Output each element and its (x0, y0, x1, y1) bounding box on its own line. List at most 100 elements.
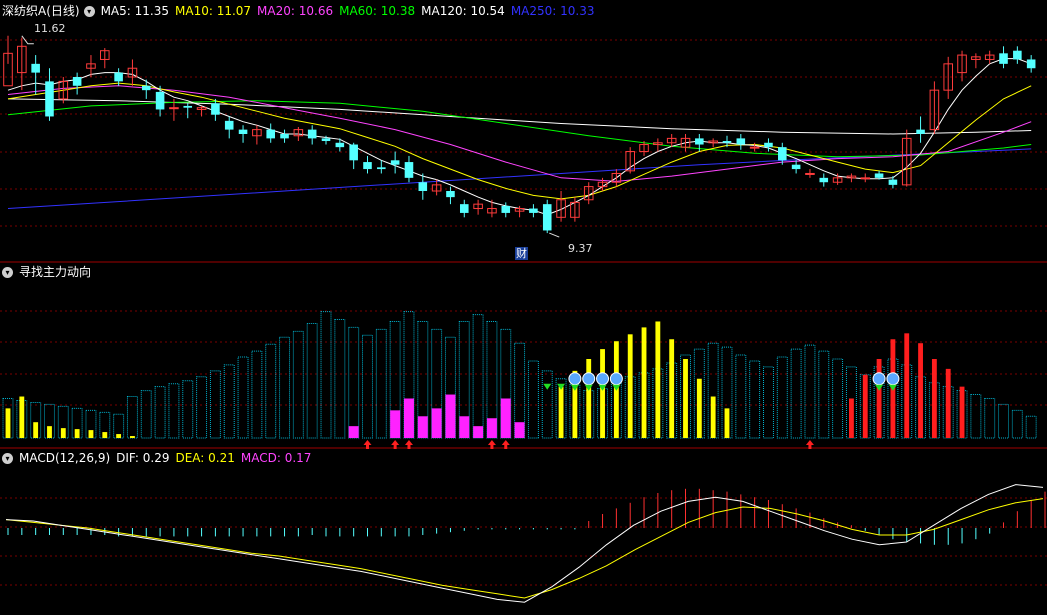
candle-down (764, 142, 773, 148)
low-leader (549, 232, 560, 238)
indicator-red-bar (931, 359, 937, 438)
indicator-magenta-bar (514, 422, 525, 438)
dif-label: DIF: 0.29 (116, 451, 170, 465)
candle-down (778, 147, 787, 161)
indicator-outline-bar (348, 326, 360, 439)
candle-up (860, 177, 871, 180)
indicator-magenta-bar (473, 426, 484, 438)
indicator-magenta-bar (417, 416, 428, 438)
candle-down (542, 204, 552, 231)
indicator-yellow-bar (586, 359, 592, 438)
candle-down (45, 81, 54, 117)
indicator-outline-bar (527, 360, 539, 439)
indicator-yellow-bar (669, 339, 675, 438)
indicator-yellow-bar (600, 349, 605, 438)
signal-ball-icon (872, 372, 886, 386)
buy-arrow-icon (805, 440, 814, 445)
candle-down (266, 129, 275, 139)
indicator-outline-bar (998, 403, 1009, 439)
indicator-outline-bar (1011, 409, 1023, 439)
indicator-header: ▾ 寻找主力动向 (2, 264, 97, 280)
candle-down (224, 120, 234, 130)
candle-down (916, 129, 925, 134)
candle-down (459, 204, 469, 213)
candle-down (307, 129, 317, 139)
indicator-bars (2, 311, 1037, 449)
indicator-yellow-bar (655, 321, 661, 438)
indicator-yellow-bar (74, 429, 80, 438)
macd-title[interactable]: MACD(12,26,9) (19, 450, 110, 466)
indicator-red-bar (959, 386, 965, 438)
candle-down (501, 205, 511, 213)
candle-down (874, 173, 884, 178)
indicator-outline-bar (126, 396, 138, 439)
candle-down (114, 72, 123, 82)
candle-down (183, 105, 193, 108)
buy-arrow-stem (393, 445, 397, 449)
macd-value-label: MACD: 0.17 (240, 451, 312, 465)
indicator-outline-bar (334, 319, 346, 439)
chevron-down-icon[interactable]: ▾ (2, 266, 13, 278)
indicator-outline-bar (182, 380, 194, 439)
dea-line (5, 498, 1044, 599)
indicator-magenta-bar (431, 408, 442, 438)
indicator-magenta-bar (445, 394, 456, 438)
indicator-outline-bar (776, 356, 788, 439)
indicator-outline-bar (970, 394, 982, 439)
indicator-outline-bar (196, 376, 208, 439)
indicator-outline-bar (251, 350, 263, 439)
indicator-red-bar (918, 343, 923, 438)
indicator-outline-bar (984, 398, 996, 439)
indicator-yellow-bar (627, 334, 633, 438)
indicator-yellow-bar (88, 430, 94, 438)
candle-down (155, 91, 165, 110)
indicator-outline-bar (362, 334, 373, 439)
indicator-outline-bar (140, 390, 152, 439)
indicator-red-bar (876, 359, 882, 438)
indicator-yellow-bar (130, 436, 135, 438)
buy-arrow-icon (487, 440, 496, 445)
candle-down (529, 208, 538, 213)
stock-chart-svg (0, 35, 1047, 603)
indicator-outline-bar (735, 354, 747, 439)
signal-arrow-icon (598, 384, 607, 391)
signal-ball-icon (596, 372, 610, 386)
candle-down (999, 53, 1008, 64)
indicator-outline-bar (375, 328, 387, 439)
chevron-down-icon[interactable]: ▾ (83, 5, 95, 17)
indicator-yellow-bar (5, 408, 11, 438)
candle-down (31, 63, 40, 73)
indicator-outline-bar (762, 366, 774, 439)
stock-title[interactable]: 深纺织A(日线) (2, 3, 80, 19)
chevron-down-icon[interactable]: ▾ (2, 452, 13, 464)
candle-down (888, 179, 898, 185)
indicator-red-bar (849, 398, 854, 438)
indicator-outline-bar (237, 356, 249, 439)
candle-down (141, 85, 151, 91)
indicator-outline-bar (541, 370, 553, 439)
indicator-outline-bar (749, 360, 761, 439)
candle-down (280, 134, 289, 139)
indicator-outline-bar (154, 386, 166, 439)
indicator-outline-bar (292, 330, 304, 439)
indicator-title[interactable]: 寻找主力动向 (19, 264, 91, 280)
candle-down (418, 182, 428, 191)
indicator-yellow-bar (116, 434, 122, 438)
ma5-label: MA5: 11.35 (100, 4, 169, 18)
indicator-outline-bar (832, 358, 844, 439)
signal-ball-icon (886, 372, 900, 386)
indicator-yellow-bar (33, 422, 39, 438)
candle-up (749, 146, 760, 149)
signal-ball-icon (568, 372, 582, 386)
indicator-yellow-bar (19, 396, 25, 438)
indicator-yellow-bar (47, 426, 52, 438)
indicator-yellow-bar (696, 378, 702, 438)
ma250-label: MA250: 10.33 (510, 4, 595, 18)
candle-down (321, 138, 331, 142)
chart-grid (0, 39, 1047, 586)
earnings-marker[interactable]: 财 (515, 247, 528, 260)
low-price-label: 9.37 (568, 242, 593, 255)
indicator-red-bar (862, 374, 868, 438)
buy-arrow-stem (490, 445, 494, 449)
indicator-magenta-bar (486, 418, 497, 438)
